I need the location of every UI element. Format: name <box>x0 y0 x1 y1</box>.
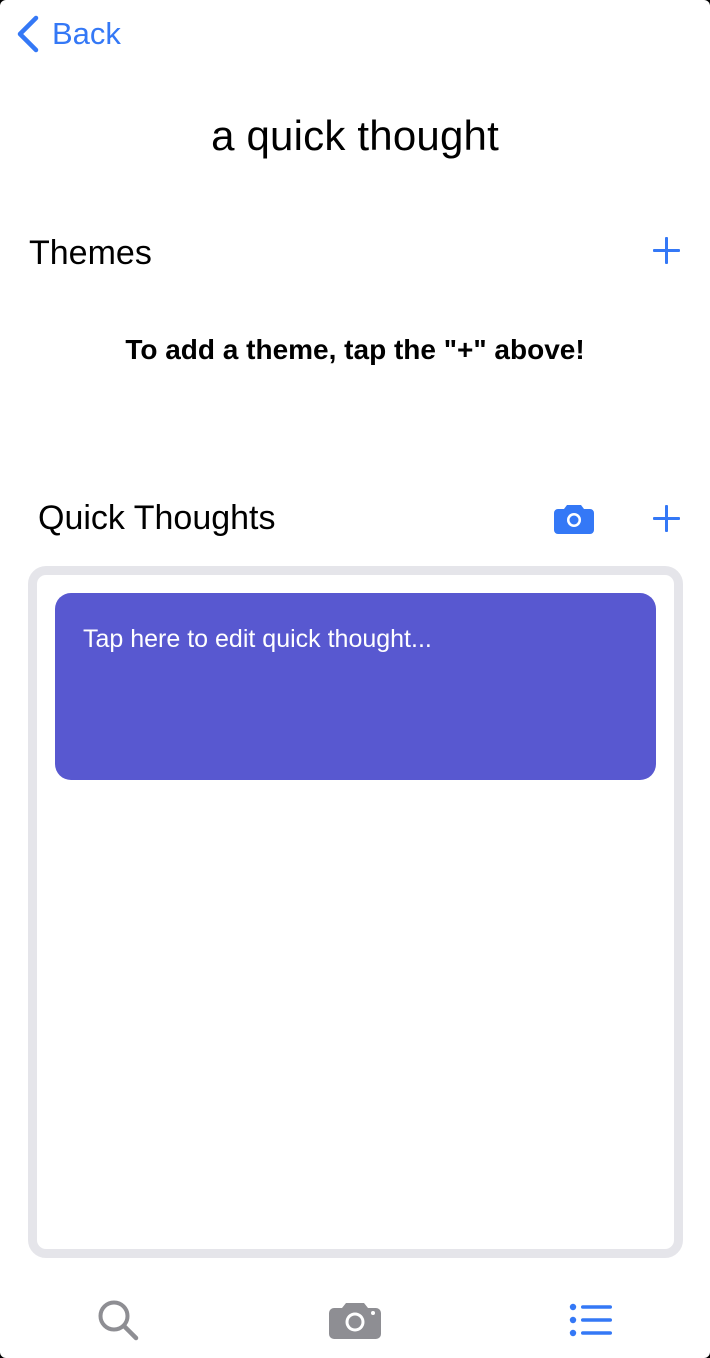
quick-thought-text: Tap here to edit quick thought... <box>83 625 432 653</box>
back-label: Back <box>52 16 121 51</box>
chevron-left-icon <box>17 15 39 53</box>
tab-search[interactable] <box>97 1299 141 1341</box>
quick-thought-card[interactable]: Tap here to edit quick thought... <box>55 593 656 780</box>
camera-icon <box>554 505 594 534</box>
add-theme-button[interactable] <box>650 234 682 266</box>
screen: Back a quick thought Themes To add a the… <box>0 0 710 1358</box>
search-icon <box>98 1300 139 1341</box>
themes-label: Themes <box>29 234 152 272</box>
themes-empty-hint: To add a theme, tap the "+" above! <box>125 334 585 365</box>
page-title: a quick thought <box>211 112 499 159</box>
quick-thoughts-panel: Tap here to edit quick thought... <box>28 566 683 1258</box>
back-button[interactable]: Back <box>16 14 121 54</box>
tab-camera[interactable] <box>329 1301 381 1339</box>
quick-thoughts-label: Quick Thoughts <box>38 499 276 537</box>
add-photo-camera-button[interactable] <box>554 503 594 534</box>
list-icon <box>569 1303 612 1337</box>
tab-list[interactable] <box>569 1303 613 1337</box>
camera-icon <box>329 1303 381 1339</box>
add-quick-thought-button[interactable] <box>650 502 682 534</box>
